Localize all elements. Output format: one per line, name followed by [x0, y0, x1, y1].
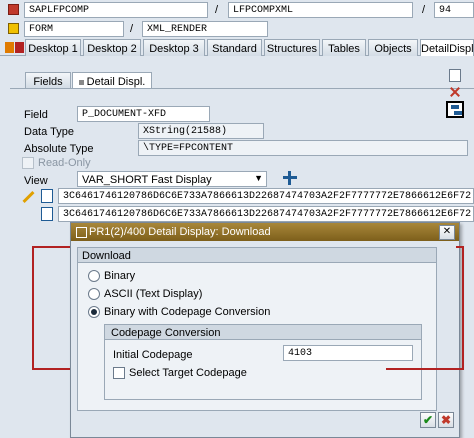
hex-value-row-1[interactable]: 3C6461746120786D6C6E733A7866613D22687474…: [58, 188, 474, 204]
field-value[interactable]: P_DOCUMENT-XFD: [77, 106, 210, 122]
checkmark-icon: ✔: [422, 413, 434, 427]
new-document-icon[interactable]: [449, 69, 461, 82]
dialog-icon: [76, 227, 87, 238]
separator: /: [422, 4, 426, 16]
tab-standard[interactable]: Standard: [207, 39, 262, 56]
dialog-title: PR1(2)/400 Detail Display: Download: [89, 226, 271, 238]
annotation-line: [462, 246, 464, 370]
radio-ascii-label: ASCII (Text Display): [104, 288, 203, 300]
field-label: Field: [24, 109, 48, 121]
view-label: View: [24, 175, 48, 187]
document-icon[interactable]: [41, 189, 53, 203]
tab-label: Detail Displ.: [86, 76, 146, 88]
tab-bar-icon: [5, 42, 14, 53]
document-icon[interactable]: [41, 207, 53, 221]
form-field[interactable]: XML_RENDER: [142, 21, 268, 37]
codepage-group-header: Codepage Conversion: [105, 325, 421, 340]
initial-codepage-label: Initial Codepage: [113, 349, 193, 361]
cancel-x-icon: ✖: [440, 413, 452, 427]
chevron-down-icon: ▼: [254, 173, 263, 183]
codepage-group-title: Codepage Conversion: [111, 327, 221, 339]
dialog-close-button[interactable]: ✕: [439, 225, 455, 240]
radio-ascii-row[interactable]: ASCII (Text Display): [88, 288, 203, 301]
radio-binary-codepage-label: Binary with Codepage Conversion: [104, 306, 271, 318]
tab-tables[interactable]: Tables: [322, 39, 366, 56]
download-group: Download Binary ASCII (Text Display) Bin…: [77, 247, 437, 411]
annotation-line: [32, 246, 70, 248]
initial-codepage-input[interactable]: 4103: [283, 345, 413, 361]
radio-binary-codepage[interactable]: [88, 306, 100, 319]
tab-structures[interactable]: Structures: [264, 39, 320, 56]
type-field[interactable]: FORM: [24, 21, 124, 37]
tab-desktop-3[interactable]: Desktop 3: [143, 39, 205, 56]
radio-binary-row[interactable]: Binary: [88, 270, 136, 283]
separator: /: [215, 4, 219, 16]
tab-objects[interactable]: Objects: [368, 39, 418, 56]
tab-content-border: [10, 88, 474, 89]
dialog-title-bar[interactable]: PR1(2)/400 Detail Display: Download ✕: [71, 223, 459, 241]
confirm-button[interactable]: ✔: [420, 412, 436, 428]
radio-binary-label: Binary: [104, 270, 136, 282]
form-type-icon: [8, 23, 19, 34]
absolute-type-label: Absolute Type: [24, 143, 94, 155]
select-target-codepage-label: Select Target Codepage: [129, 367, 247, 379]
program-icon: [8, 4, 19, 15]
cancel-button[interactable]: ✖: [438, 412, 454, 428]
separator: /: [130, 23, 134, 35]
radio-binary-codepage-row[interactable]: Binary with Codepage Conversion: [88, 306, 271, 319]
radio-ascii[interactable]: [88, 288, 100, 301]
data-type-value: XString(21588): [138, 123, 264, 139]
radio-binary[interactable]: [88, 270, 100, 283]
select-target-codepage-row[interactable]: Select Target Codepage: [113, 367, 247, 380]
tab-detail-display[interactable]: DetailDisplay: [420, 39, 474, 56]
tab-bar-icon: [15, 42, 24, 53]
read-only-checkbox[interactable]: [22, 157, 34, 170]
line-field[interactable]: 94: [434, 2, 474, 18]
absolute-type-value: \TYPE=FPCONTENT: [138, 140, 468, 156]
hex-value-row-2[interactable]: 3C6461746120786D6C6E733A7866613D22687474…: [58, 206, 474, 222]
detail-tab-icon: [78, 79, 84, 85]
include-field[interactable]: LFPCOMPXML: [228, 2, 413, 18]
tab-desktop-1[interactable]: Desktop 1: [25, 39, 81, 56]
read-only-label: Read-Only: [38, 157, 91, 169]
annotation-line: [32, 368, 72, 370]
annotation-line: [456, 246, 464, 248]
desktop-tab-bar: Desktop 1 Desktop 2 Desktop 3 Standard S…: [0, 39, 474, 56]
edit-pencil-icon[interactable]: [22, 190, 35, 204]
read-only-checkbox-row[interactable]: Read-Only: [22, 157, 91, 170]
select-target-codepage-checkbox[interactable]: [113, 367, 125, 380]
view-select[interactable]: VAR_SHORT Fast Display ▼: [77, 171, 267, 187]
download-group-title: Download: [82, 250, 131, 262]
tab-fields[interactable]: Fields: [25, 72, 71, 88]
tab-desktop-2[interactable]: Desktop 2: [83, 39, 141, 56]
structure-icon[interactable]: [446, 101, 464, 118]
refresh-view-icon[interactable]: [283, 171, 297, 185]
codepage-group: Codepage Conversion Initial Codepage 410…: [104, 324, 422, 400]
delete-icon[interactable]: [449, 86, 461, 98]
header-area: SAPLFPCOMP / LFPCOMPXML / 94 FORM / XML_…: [0, 0, 474, 40]
view-select-value: VAR_SHORT Fast Display: [82, 174, 212, 186]
download-dialog: PR1(2)/400 Detail Display: Download ✕ Do…: [70, 222, 460, 438]
annotation-line: [32, 246, 34, 370]
download-group-header: Download: [78, 248, 436, 263]
program-field[interactable]: SAPLFPCOMP: [24, 2, 208, 18]
data-type-label: Data Type: [24, 126, 74, 138]
annotation-line: [386, 368, 464, 370]
tab-detail-displ[interactable]: Detail Displ.: [72, 72, 152, 88]
